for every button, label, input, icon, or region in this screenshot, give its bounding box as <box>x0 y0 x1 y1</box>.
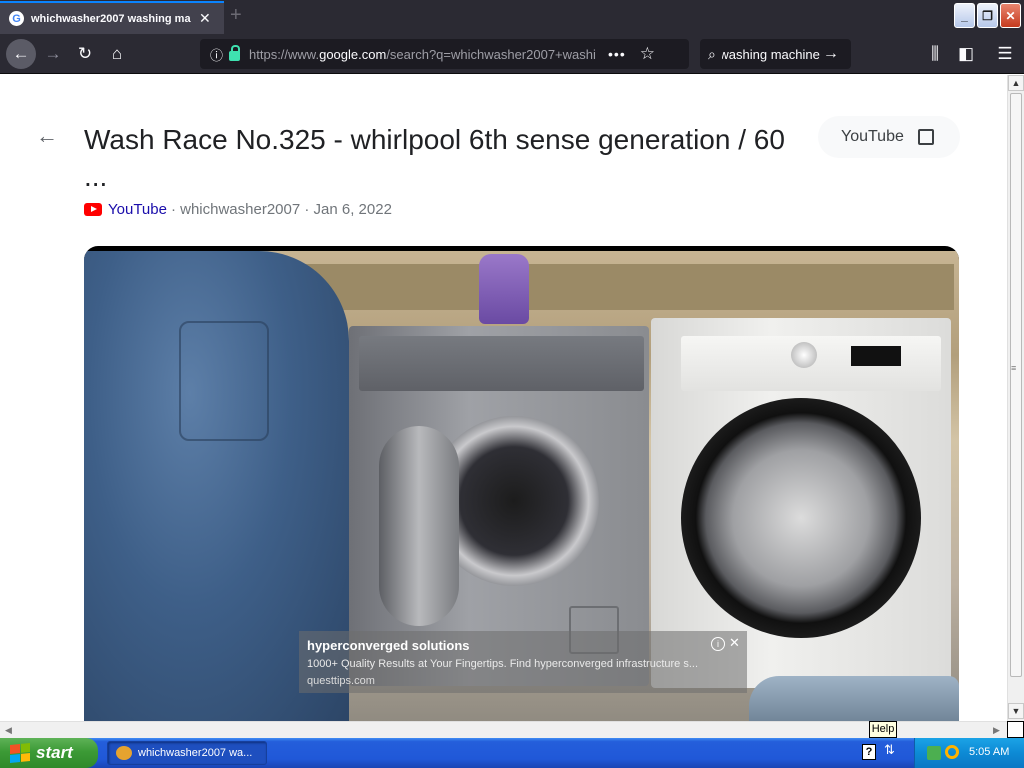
result-back-arrow-icon[interactable]: ← <box>36 123 58 149</box>
taskbar: start whichwasher2007 wa... ? ⇅ 5:05 AM <box>0 738 1024 768</box>
open-youtube-label: YouTube <box>841 128 904 145</box>
white-washer-door <box>681 398 921 638</box>
window-restore-button[interactable]: ❐ <box>977 3 998 28</box>
firefox-icon <box>116 746 132 760</box>
open-youtube-button[interactable]: YouTube <box>818 116 960 158</box>
scroll-up-arrow-icon[interactable]: ▲ <box>1008 75 1024 91</box>
window-minimize-button[interactable]: _ <box>954 3 975 28</box>
result-title-overflow: ... <box>84 161 108 192</box>
ad-info-icon[interactable]: i <box>711 637 725 651</box>
page-actions-more-icon[interactable]: ••• <box>608 46 626 62</box>
open-in-new-icon <box>917 129 934 145</box>
clock[interactable]: 5:05 AM <box>969 746 1009 758</box>
grey-washer-open-door <box>379 426 459 626</box>
lock-icon[interactable] <box>229 45 241 61</box>
bookmark-star-icon[interactable]: ☆ <box>640 44 655 64</box>
help-tooltip: Help <box>869 721 897 738</box>
browser-titlebar: G whichwasher2007 washing machine - Goog… <box>0 0 1024 34</box>
ad-close-icon[interactable]: ✕ <box>729 635 740 651</box>
result-meta: YouTube · whichwasher2007 · Jan 6, 2022 <box>84 201 392 218</box>
scroll-right-arrow-icon[interactable]: ▶ <box>988 722 1005 738</box>
meta-channel-date: · whichwasher2007 · Jan 6, 2022 <box>170 201 392 218</box>
video-shelf <box>304 264 954 310</box>
search-input[interactable]: washing machine <box>722 47 820 62</box>
grey-washer-panel <box>359 336 644 391</box>
reload-icon[interactable]: ↻ <box>74 43 96 65</box>
youtube-logo-icon <box>84 203 102 216</box>
start-button[interactable]: start <box>0 738 98 768</box>
browser-tab[interactable]: G whichwasher2007 washing machine - Goog… <box>0 1 224 34</box>
tray-shield-icon[interactable] <box>927 746 941 760</box>
library-icon[interactable]: ⫼ <box>924 43 946 65</box>
url-bar[interactable]: ⓘ https://www.google.com/search?q=whichw… <box>200 39 689 69</box>
forward-arrow-icon[interactable]: → <box>42 43 64 65</box>
vertical-scrollbar[interactable]: ▲ ≡ ▼ <box>1007 75 1024 721</box>
white-washer-display <box>851 346 901 366</box>
home-icon[interactable]: ⌂ <box>106 43 128 65</box>
browser-toolbar: ← → ↻ ⌂ ⓘ https://www.google.com/search?… <box>0 34 1024 74</box>
scrollbar-corner <box>1007 721 1024 738</box>
horizontal-scrollbar[interactable]: ◀ ▶ <box>0 721 1007 738</box>
taskbar-firefox-window[interactable]: whichwasher2007 wa... <box>107 741 267 765</box>
window-close-button[interactable]: ✕ <box>1000 3 1021 28</box>
url-text[interactable]: https://www.google.com/search?q=whichwas… <box>249 47 604 62</box>
page-content: ← Wash Race No.325 - whirlpool 6th sense… <box>0 75 1007 721</box>
ad-url[interactable]: questtips.com <box>307 675 375 687</box>
search-icon: ⌕ <box>708 45 716 62</box>
url-prefix: https://www. <box>249 46 320 62</box>
white-washer-knob <box>791 342 817 368</box>
tray-search-icon[interactable] <box>945 745 959 759</box>
jeans-pocket <box>179 321 269 441</box>
tab-title: whichwasher2007 washing machine - Google… <box>31 12 191 25</box>
ad-title[interactable]: hyperconverged solutions <box>307 638 470 653</box>
help-icon[interactable]: ? <box>862 744 876 760</box>
start-label: start <box>36 743 73 762</box>
taskbar-window-label: whichwasher2007 wa... <box>138 747 253 759</box>
system-tray: 5:05 AM <box>914 738 1024 768</box>
meta-source-link[interactable]: YouTube <box>108 201 167 218</box>
search-bar[interactable]: ⌕ washing machine → <box>700 39 851 69</box>
ad-text: 1000+ Quality Results at Your Fingertips… <box>307 658 699 670</box>
menu-hamburger-icon[interactable]: ☰ <box>994 43 1016 65</box>
windows-flag-icon <box>10 742 30 764</box>
floor-cloth-image <box>749 676 959 721</box>
back-arrow-icon[interactable]: ← <box>6 39 36 69</box>
video-ad-overlay[interactable]: hyperconverged solutions 1000+ Quality R… <box>299 631 747 693</box>
vertical-scroll-thumb[interactable] <box>1010 93 1022 677</box>
new-tab-plus-icon[interactable]: + <box>230 4 242 27</box>
search-go-arrow-icon[interactable]: → <box>823 45 839 63</box>
page-info-icon[interactable]: ⓘ <box>210 45 223 64</box>
scroll-grip-icon: ≡ <box>1011 363 1017 373</box>
scroll-down-arrow-icon[interactable]: ▼ <box>1008 703 1024 719</box>
google-favicon-icon: G <box>9 11 24 26</box>
detergent-bottle-image <box>479 254 529 324</box>
url-path: /search?q=whichwasher2007+washi <box>386 46 596 62</box>
sidebar-icon[interactable]: ◧ <box>955 43 977 65</box>
network-icon[interactable]: ⇅ <box>884 742 895 758</box>
video-player[interactable]: hyperconverged solutions 1000+ Quality R… <box>84 246 959 721</box>
tab-close-icon[interactable]: ✕ <box>199 10 211 27</box>
url-host: google.com <box>319 46 387 62</box>
scroll-left-arrow-icon[interactable]: ◀ <box>0 722 17 738</box>
result-title[interactable]: Wash Race No.325 - whirlpool 6th sense g… <box>84 120 804 160</box>
